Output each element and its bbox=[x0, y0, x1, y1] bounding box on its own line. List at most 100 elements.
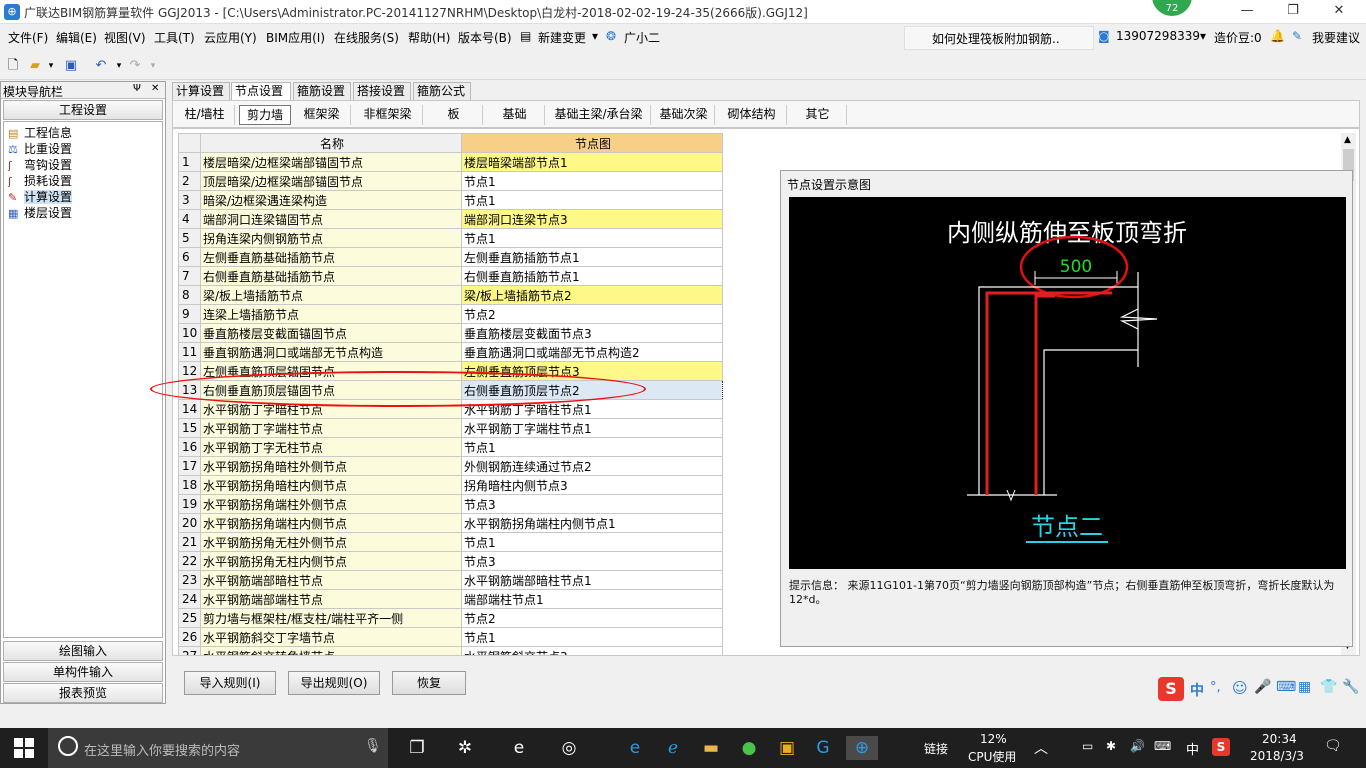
menu-file[interactable]: 文件(F) bbox=[8, 29, 48, 46]
menu-online[interactable]: 在线服务(S) bbox=[334, 29, 399, 46]
table-row[interactable]: 3 暗梁/边框梁遇连梁构造 节点1 bbox=[178, 190, 723, 210]
row-node-select[interactable]: 节点1 bbox=[461, 190, 723, 210]
menu-new-change[interactable]: 新建变更 bbox=[538, 29, 586, 46]
green-app-icon[interactable]: ● bbox=[736, 736, 762, 760]
row-node-select[interactable]: 垂直筋遇洞口或端部无节点构造2 bbox=[461, 342, 723, 362]
table-row[interactable]: 23 水平钢筋端部暗柱节点 水平钢筋端部暗柱节点1 bbox=[178, 570, 723, 590]
edge-icon[interactable]: e bbox=[506, 736, 532, 760]
explorer-icon[interactable]: ▬ bbox=[698, 736, 724, 760]
close-button[interactable]: ✕ bbox=[1316, 0, 1362, 24]
table-row[interactable]: 26 水平钢筋斜交丁字墙节点 节点1 bbox=[178, 627, 723, 647]
edge-blue-icon[interactable]: e bbox=[622, 736, 648, 760]
table-row[interactable]: 1 楼层暗梁/边框梁端部锚固节点 楼层暗梁端部节点1 bbox=[178, 152, 723, 172]
row-name[interactable]: 暗梁/边框梁遇连梁构造 bbox=[200, 190, 462, 210]
tab-stirrup-formula[interactable]: 箍筋公式 bbox=[413, 82, 471, 100]
table-row[interactable]: 27水平钢筋斜交转角墙节点水平钢筋斜交节点3 bbox=[178, 646, 723, 655]
tab-frame-beam[interactable]: 框架梁 bbox=[293, 105, 351, 125]
score-badge[interactable]: 72 bbox=[1150, 0, 1194, 18]
table-row[interactable]: 7 右侧垂直筋基础插筋节点 右侧垂直筋插筋节点1 bbox=[178, 266, 723, 286]
nav-close-icon[interactable]: ✕ bbox=[151, 83, 159, 94]
tab-calc-settings[interactable]: 计算设置 bbox=[172, 82, 230, 100]
save-icon[interactable]: ▣ bbox=[62, 57, 80, 75]
table-row[interactable]: 18 水平钢筋拐角暗柱内侧节点 拐角暗柱内侧节点3 bbox=[178, 475, 723, 495]
row-node-select[interactable]: 节点2 bbox=[461, 304, 723, 324]
menu-cloud[interactable]: 云应用(Y) bbox=[204, 29, 257, 46]
table-row[interactable]: 8 梁/板上墙插筋节点 梁/板上墙插筋节点2 bbox=[178, 285, 723, 305]
tab-shear-wall[interactable]: 剪力墙 bbox=[239, 105, 291, 125]
row-node-select[interactable]: 水平钢筋斜交节点3 bbox=[461, 646, 723, 655]
nav-item-hook[interactable]: ʃ 弯钩设置 bbox=[8, 156, 72, 173]
row-name[interactable]: 右侧垂直筋基础插筋节点 bbox=[200, 266, 462, 286]
redo-dropdown-icon[interactable]: ▾ bbox=[144, 57, 162, 75]
suggest-link[interactable]: 我要建议 bbox=[1312, 29, 1360, 46]
restore-button[interactable]: 恢复 bbox=[392, 671, 466, 695]
menu-help[interactable]: 帮助(H) bbox=[408, 29, 450, 46]
nav-item-calc[interactable]: ✎ 计算设置 bbox=[8, 188, 73, 205]
row-node-select[interactable]: 水平钢筋拐角端柱内侧节点1 bbox=[461, 513, 723, 533]
tray-expand-icon[interactable]: ︿ bbox=[1034, 738, 1048, 758]
table-row[interactable]: 2 顶层暗梁/边框梁端部锚固节点 节点1 bbox=[178, 171, 723, 191]
table-row[interactable]: 19 水平钢筋拐角端柱外侧节点 节点3 bbox=[178, 494, 723, 514]
scroll-up-icon[interactable]: ▲ bbox=[1344, 135, 1351, 145]
row-node-select[interactable]: 节点1 bbox=[461, 437, 723, 457]
table-row[interactable]: 24 水平钢筋端部端柱节点 端部端柱节点1 bbox=[178, 589, 723, 609]
taskbar-search-box[interactable]: 在这里输入你要搜索的内容 🎙 bbox=[48, 728, 388, 768]
tab-lap-settings[interactable]: 搭接设置 bbox=[353, 82, 411, 100]
row-name[interactable]: 连梁上墙插筋节点 bbox=[200, 304, 462, 324]
windows-start-icon[interactable] bbox=[14, 738, 34, 758]
table-row[interactable]: 9 连梁上墙插筋节点 节点2 bbox=[178, 304, 723, 324]
nav-drawing-input[interactable]: 绘图输入 bbox=[3, 641, 163, 661]
microphone-icon[interactable]: 🎤 bbox=[1254, 679, 1271, 695]
ggj-app-icon[interactable]: ⊕ bbox=[846, 736, 878, 760]
row-name[interactable]: 剪力墙与框架柱/框支柱/端柱平齐一侧 bbox=[200, 608, 462, 628]
menu-view[interactable]: 视图(V) bbox=[104, 29, 146, 46]
table-row[interactable]: 4 端部洞口连梁锚固节点 端部洞口连梁节点3 bbox=[178, 209, 723, 229]
table-row[interactable]: 17 水平钢筋拐角暗柱外侧节点 外侧钢筋连续通过节点2 bbox=[178, 456, 723, 476]
user-dropdown-icon[interactable]: ▾ bbox=[1200, 29, 1206, 43]
grid-icon[interactable]: ▦ bbox=[1298, 679, 1311, 695]
import-rules-button[interactable]: 导入规则(I) bbox=[184, 671, 276, 695]
menu-version[interactable]: 版本号(B) bbox=[458, 29, 512, 46]
row-name[interactable]: 水平钢筋斜交丁字墙节点 bbox=[200, 627, 462, 647]
row-node-select[interactable]: 垂直筋楼层变截面节点3 bbox=[461, 323, 723, 343]
glodon-g-icon[interactable]: G bbox=[810, 736, 836, 760]
row-name[interactable]: 楼层暗梁/边框梁端部锚固节点 bbox=[200, 152, 462, 172]
keyboard-icon[interactable]: ⌨ bbox=[1276, 679, 1296, 695]
nav-report-preview[interactable]: 报表预览 bbox=[3, 683, 163, 703]
link-label[interactable]: 链接 bbox=[924, 740, 948, 757]
row-node-select[interactable]: 节点1 bbox=[461, 228, 723, 248]
row-node-select[interactable]: 端部洞口连梁节点3 bbox=[461, 209, 723, 229]
notification-icon[interactable]: 🗨 bbox=[1324, 738, 1342, 754]
pin-icon[interactable]: Ψ bbox=[133, 83, 141, 94]
nav-section-project-settings[interactable]: 工程设置 bbox=[3, 100, 163, 120]
export-rules-button[interactable]: 导出规则(O) bbox=[288, 671, 380, 695]
row-name[interactable]: 水平钢筋拐角暗柱内侧节点 bbox=[200, 475, 462, 495]
row-name[interactable]: 垂直钢筋遇洞口或端部无节点构造 bbox=[200, 342, 462, 362]
table-row[interactable]: 16 水平钢筋丁字无柱节点 节点1 bbox=[178, 437, 723, 457]
sogou-icon[interactable]: S bbox=[1158, 677, 1184, 701]
minimize-button[interactable]: — bbox=[1224, 0, 1270, 24]
table-row[interactable]: 25 剪力墙与框架柱/框支柱/端柱平齐一侧 节点2 bbox=[178, 608, 723, 628]
row-name[interactable]: 梁/板上墙插筋节点 bbox=[200, 285, 462, 305]
row-name[interactable]: 垂直筋楼层变截面锚固节点 bbox=[200, 323, 462, 343]
ime-lang[interactable]: 中 bbox=[1190, 680, 1204, 700]
row-name[interactable]: 水平钢筋拐角端柱外侧节点 bbox=[200, 494, 462, 514]
tab-foundation-secondary-beam[interactable]: 基础次梁 bbox=[653, 105, 715, 125]
volume-icon[interactable]: 🔊 bbox=[1130, 739, 1145, 753]
row-name[interactable]: 水平钢筋端部端柱节点 bbox=[200, 589, 462, 609]
row-name[interactable]: 顶层暗梁/边框梁端部锚固节点 bbox=[200, 171, 462, 191]
row-node-select[interactable]: 梁/板上墙插筋节点2 bbox=[461, 285, 723, 305]
table-row[interactable]: 6 左侧垂直筋基础插筋节点 左侧垂直筋插筋节点1 bbox=[178, 247, 723, 267]
tab-column[interactable]: 柱/墙柱 bbox=[175, 105, 235, 125]
row-name[interactable]: 拐角连梁内侧钢筋节点 bbox=[200, 228, 462, 248]
table-row[interactable]: 22 水平钢筋拐角无柱内侧节点 节点3 bbox=[178, 551, 723, 571]
table-row[interactable]: 20 水平钢筋拐角端柱内侧节点 水平钢筋拐角端柱内侧节点1 bbox=[178, 513, 723, 533]
table-row[interactable]: 5 拐角连梁内侧钢筋节点 节点1 bbox=[178, 228, 723, 248]
row-node-select[interactable]: 右侧垂直筋插筋节点1 bbox=[461, 266, 723, 286]
tab-other[interactable]: 其它 bbox=[789, 105, 847, 125]
nav-item-project-info[interactable]: ▤ 工程信息 bbox=[8, 124, 72, 141]
row-name[interactable]: 端部洞口连梁锚固节点 bbox=[200, 209, 462, 229]
notes-app-icon[interactable]: ▣ bbox=[774, 736, 800, 760]
bluetooth-icon[interactable]: ✱ bbox=[1106, 739, 1116, 753]
row-name[interactable]: 水平钢筋斜交转角墙节点 bbox=[200, 646, 462, 655]
